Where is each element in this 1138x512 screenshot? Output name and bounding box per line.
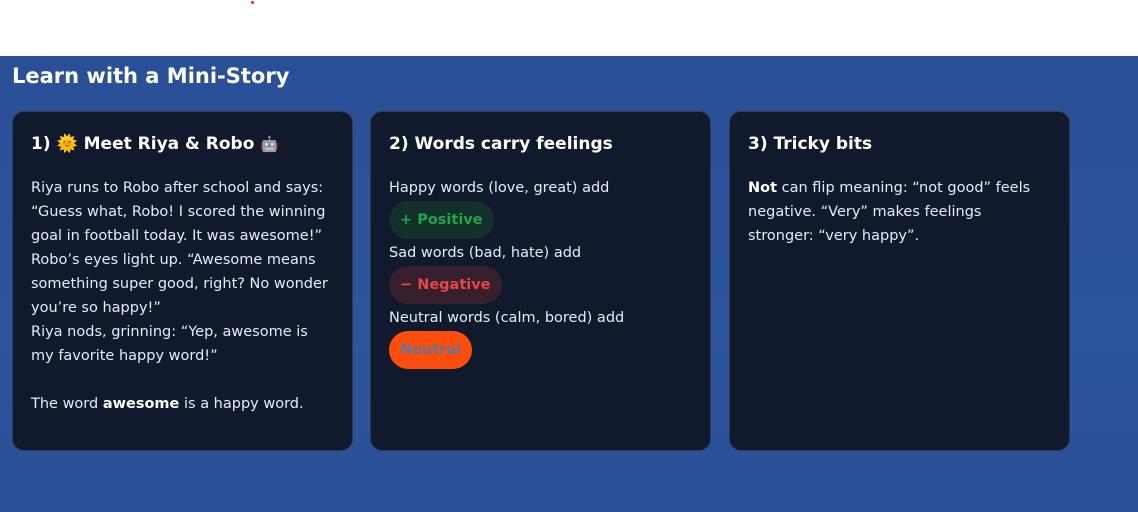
story-text: Riya runs to Robo after school and says:… xyxy=(31,176,334,416)
mini-story-section: Learn with a Mini-Story 1) 🌞 Meet Riya &… xyxy=(0,56,1138,512)
negative-chip: − Negative xyxy=(389,266,502,304)
highlight-word: Not xyxy=(748,180,778,196)
card-title-number: 1) xyxy=(31,134,51,154)
story-summary: The word awesome is a happy word. xyxy=(31,396,304,412)
card-title: 2) Words carry feelings xyxy=(389,134,613,154)
positive-chip: + Positive xyxy=(389,201,494,239)
card-words-carry-feelings: 2) Words carry feelings Happy words (lov… xyxy=(370,111,711,451)
neutral-chip: Neutral xyxy=(389,331,473,369)
highlight-word: awesome xyxy=(102,396,180,412)
card-title-text: Meet Riya & Robo xyxy=(83,134,255,154)
card-title: 1) 🌞 Meet Riya & Robo 🤖 xyxy=(31,132,334,156)
card-tricky-bits: 3) Tricky bits Not can flip meaning: “no… xyxy=(729,111,1070,451)
story-line: Robo’s eyes light up. “Awesome means som… xyxy=(31,252,328,316)
happy-words-row: Happy words (love, great) add xyxy=(389,180,610,196)
cursor-dot xyxy=(251,1,254,4)
sad-words-row: Sad words (bad, hate) add xyxy=(389,245,582,261)
tricky-bits-text: Not can flip meaning: “not good” feels n… xyxy=(748,180,1031,244)
section-title: Learn with a Mini-Story xyxy=(12,64,290,88)
card-meet-riya-robo: 1) 🌞 Meet Riya & Robo 🤖 Riya runs to Rob… xyxy=(12,111,353,451)
story-line: Riya nods, grinning: “Yep, awesome is my… xyxy=(31,324,308,364)
top-white-strip xyxy=(0,0,1138,56)
story-line: Riya runs to Robo after school and says:… xyxy=(31,180,326,244)
neutral-words-row: Neutral words (calm, bored) add xyxy=(389,310,625,326)
card-title: 3) Tricky bits xyxy=(748,134,873,154)
sun-icon: 🌞 xyxy=(56,134,78,154)
robot-icon: 🤖 xyxy=(260,135,280,153)
